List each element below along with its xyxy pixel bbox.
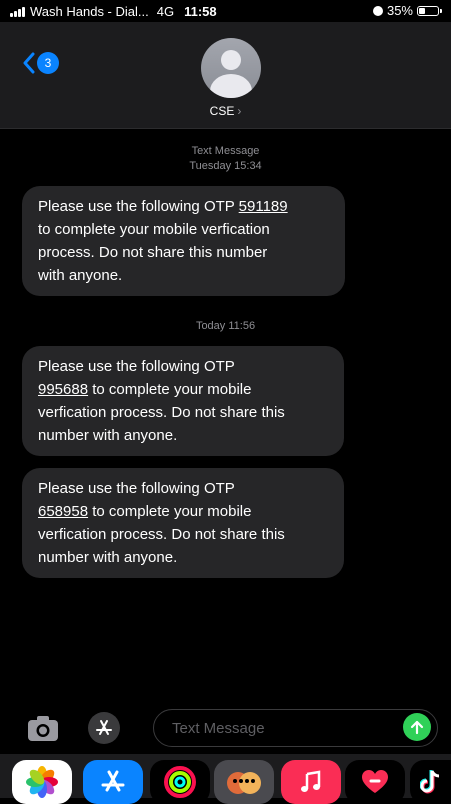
message-text: to complete your mobile verfication xyxy=(38,221,270,238)
camera-icon xyxy=(28,716,58,741)
message-text: to complete your mobile xyxy=(88,503,252,520)
message-line: Please use the following OTP xyxy=(38,355,328,378)
message-input[interactable] xyxy=(170,710,404,747)
message-line: verfication process. Do not share this xyxy=(38,523,328,546)
heart-icon xyxy=(362,770,388,793)
imessage-app-drawer xyxy=(0,754,451,804)
message-line: with anyone. xyxy=(38,264,329,287)
activity-app-icon xyxy=(164,766,196,798)
otp-code-link[interactable]: 591189 xyxy=(239,198,288,215)
message-bubble[interactable]: Please use the following OTP 995688 to co… xyxy=(22,346,344,456)
message-line: Please use the following OTP 591189 xyxy=(38,195,329,218)
message-line: verfication process. Do not share this xyxy=(38,401,328,424)
contact-name-button[interactable]: CSE › xyxy=(0,104,451,118)
battery-icon xyxy=(417,5,442,16)
message-line: Please use the following OTP xyxy=(38,477,328,500)
message-input-container xyxy=(153,709,438,747)
app-store-app-icon xyxy=(101,770,125,792)
message-line: number with anyone. xyxy=(38,546,328,569)
back-button[interactable]: 3 xyxy=(22,52,59,74)
avatar-body xyxy=(210,74,252,98)
chevron-left-icon xyxy=(23,52,35,74)
message-text: verfication process. Do not share this xyxy=(38,404,285,421)
status-bar: Wash Hands - Dial... 4G 11:58 35% xyxy=(0,0,451,22)
message-bubble[interactable]: Please use the following OTP 658958 to co… xyxy=(22,468,344,578)
avatar-head xyxy=(221,50,241,70)
message-line: process. Do not share this number xyxy=(38,241,329,264)
memoji-app-button[interactable] xyxy=(214,760,274,804)
message-text: to complete your mobile xyxy=(88,381,252,398)
avatar[interactable] xyxy=(201,38,261,98)
battery-fill xyxy=(419,7,425,14)
carrier-name: Wash Hands - Dial... xyxy=(30,3,149,19)
network-type: 4G xyxy=(156,3,175,19)
message-text: Please use the following OTP xyxy=(38,198,239,215)
heart-app-button[interactable] xyxy=(345,760,405,804)
message-text: verfication process. Do not share this xyxy=(38,526,285,543)
message-group-label: Text Message xyxy=(191,145,260,157)
battery-percent: 35% xyxy=(386,3,413,18)
photos-app-button[interactable] xyxy=(12,760,72,804)
message-line: number with anyone. xyxy=(38,424,328,447)
message-line: 658958 to complete your mobile xyxy=(38,500,328,523)
send-button[interactable] xyxy=(403,713,431,741)
alarm-icon xyxy=(372,5,383,16)
message-line: 995688 to complete your mobile xyxy=(38,378,328,401)
app-store-app-button[interactable] xyxy=(83,760,143,804)
photos-app-icon xyxy=(26,766,58,798)
message-text: with anyone. xyxy=(38,267,123,284)
memoji-app-icon xyxy=(227,772,261,794)
app-store-icon xyxy=(96,720,112,735)
message-line: to complete your mobile verfication xyxy=(38,218,329,241)
otp-code-link[interactable]: 995688 xyxy=(38,381,88,398)
message-text: Please use the following OTP xyxy=(38,480,235,497)
music-app-button[interactable] xyxy=(281,760,341,804)
activity-app-button[interactable] xyxy=(150,760,210,804)
tiktok-app-button[interactable] xyxy=(410,760,451,804)
camera-button[interactable] xyxy=(26,713,60,743)
tiktok-icon xyxy=(419,770,439,794)
signal-icon xyxy=(10,6,25,17)
arrow-up-icon xyxy=(410,720,424,735)
status-time: 11:58 xyxy=(184,3,217,19)
unread-badge: 3 xyxy=(37,52,59,74)
message-group-time: Tuesday 15:34 xyxy=(189,160,262,172)
otp-code-link[interactable]: 658958 xyxy=(38,503,88,520)
contact-name: CSE xyxy=(209,104,235,118)
message-text: Please use the following OTP xyxy=(38,358,235,375)
conversation-header: 3 CSE › xyxy=(0,22,451,129)
message-bubble[interactable]: Please use the following OTP 591189 to co… xyxy=(22,186,345,296)
message-text: number with anyone. xyxy=(38,549,178,566)
chevron-right-icon: › xyxy=(237,104,242,118)
status-right: 35% xyxy=(372,3,442,18)
music-note-icon xyxy=(301,770,321,792)
message-group-time: Today 11:56 xyxy=(195,320,256,332)
message-text: process. Do not share this number xyxy=(38,244,268,261)
app-store-button[interactable] xyxy=(88,712,120,744)
message-text: number with anyone. xyxy=(38,427,178,444)
